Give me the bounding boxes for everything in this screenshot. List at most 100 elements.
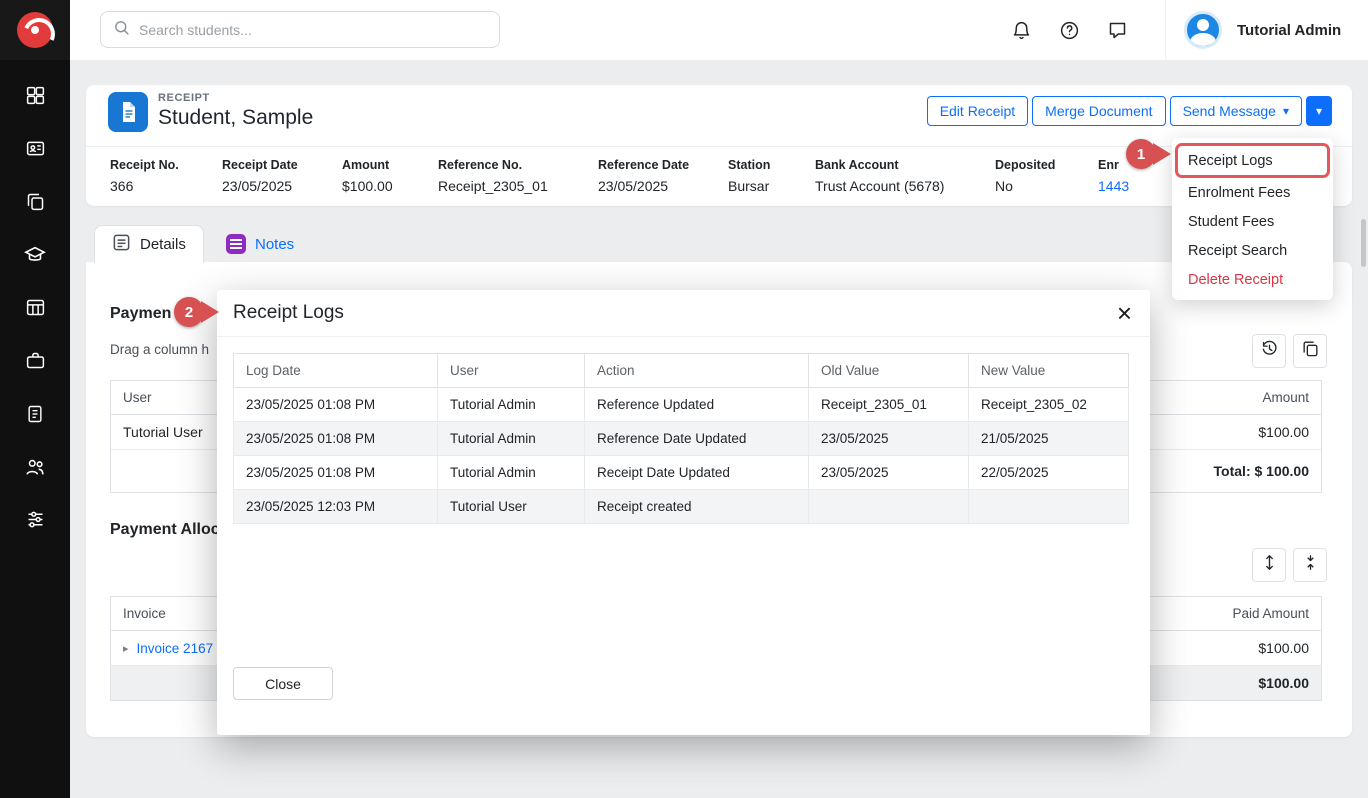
field-reference-date: Reference Date23/05/2025 (598, 158, 689, 194)
sidebar-item-business[interactable] (17, 351, 53, 375)
page-title: Student, Sample (158, 106, 313, 130)
new-value-column-header[interactable]: New Value (969, 354, 1129, 388)
field-deposited: DepositedNo (995, 158, 1055, 194)
expand-all-button[interactable] (1252, 548, 1286, 582)
invoice-column-header[interactable]: Invoice (123, 606, 166, 621)
logo-icon (17, 12, 53, 48)
amount-column-header[interactable]: Amount (1262, 390, 1309, 405)
tab-details[interactable]: Details (94, 225, 204, 263)
more-actions-dropdown-button[interactable] (1306, 96, 1332, 126)
expand-rows-icon (1260, 553, 1279, 577)
allocations-total: $100.00 (1258, 675, 1309, 691)
history-icon (1260, 339, 1279, 363)
annotation-2-arrow-icon (201, 301, 219, 323)
sidebar-item-fees[interactable] (17, 404, 53, 428)
annotation-1-arrow-icon (1153, 143, 1171, 165)
topbar-icons (1010, 0, 1128, 60)
edit-receipt-button[interactable]: Edit Receipt (927, 96, 1028, 126)
sliders-icon (25, 509, 46, 535)
group-drag-hint: Drag a column h (110, 342, 209, 357)
log-row: 23/05/2025 01:08 PM Tutorial Admin Refer… (234, 422, 1129, 456)
send-message-button[interactable]: Send Message (1170, 96, 1302, 126)
topbar: Tutorial Admin (70, 0, 1368, 60)
modal-body: Log Date User Action Old Value New Value… (217, 337, 1150, 540)
record-type-label: RECEIPT (158, 92, 210, 104)
field-enrolment: Enr1443 (1098, 158, 1129, 194)
field-receipt-date: Receipt Date23/05/2025 (222, 158, 298, 194)
search-box (100, 11, 500, 48)
copy-grid-button[interactable] (1293, 334, 1327, 368)
dashboard-icon (25, 85, 46, 111)
user-name: Tutorial Admin (1237, 22, 1341, 39)
payment-allocations-heading: Payment Alloca (110, 521, 229, 539)
paid-amount-column-header[interactable]: Paid Amount (1232, 606, 1309, 621)
app-root: Tutorial Admin RECEIPT Student, Sample E… (0, 0, 1368, 798)
annotation-step-1: 1 (1126, 139, 1171, 169)
receipt-actions-menu: Receipt Logs Enrolment Fees Student Fees… (1172, 138, 1333, 300)
log-table-header-row: Log Date User Action Old Value New Value (234, 354, 1129, 388)
sidebar-item-people[interactable] (17, 457, 53, 481)
sidebar-item-documents[interactable] (17, 192, 53, 216)
search-input[interactable] (139, 22, 487, 38)
sidebar-item-academics[interactable] (17, 245, 53, 269)
table-icon (25, 297, 46, 323)
sidebar-item-contacts[interactable] (17, 139, 53, 163)
field-reference-no: Reference No.Receipt_2305_01 (438, 158, 548, 194)
documents-icon (25, 191, 46, 217)
app-logo[interactable] (0, 0, 70, 60)
payments-heading: Paymen (110, 305, 171, 323)
invoice-link[interactable]: Invoice 2167 (123, 641, 213, 656)
field-amount: Amount$100.00 (342, 158, 393, 194)
log-row: 23/05/2025 01:08 PM Tutorial Admin Recei… (234, 456, 1129, 490)
sidebar-item-settings[interactable] (17, 510, 53, 534)
user-profile[interactable]: Tutorial Admin (1165, 0, 1368, 60)
expand-row-icon[interactable] (123, 642, 129, 655)
history-button[interactable] (1252, 334, 1286, 368)
user-column-header[interactable]: User (438, 354, 585, 388)
modal-close-button[interactable]: Close (233, 667, 333, 700)
menu-item-enrolment-fees[interactable]: Enrolment Fees (1172, 178, 1333, 207)
collapse-all-button[interactable] (1293, 548, 1327, 582)
menu-item-receipt-search[interactable]: Receipt Search (1172, 236, 1333, 265)
close-icon[interactable] (1117, 300, 1132, 326)
sidebar-item-tables[interactable] (17, 298, 53, 322)
receipt-card-header: RECEIPT Student, Sample Edit Receipt Mer… (86, 85, 1352, 147)
invoice-icon (25, 404, 45, 429)
action-column-header[interactable]: Action (585, 354, 809, 388)
field-bank-account: Bank AccountTrust Account (5678) (815, 158, 944, 194)
annotation-1-badge: 1 (1126, 139, 1156, 169)
sidebar-item-dashboard[interactable] (17, 86, 53, 110)
sidebar (0, 0, 70, 798)
menu-item-receipt-logs[interactable]: Receipt Logs (1178, 146, 1327, 175)
annotation-step-2: 2 (174, 297, 219, 327)
collapse-rows-icon (1301, 553, 1320, 577)
enrolment-link[interactable]: 1443 (1098, 178, 1129, 194)
log-date-column-header[interactable]: Log Date (234, 354, 438, 388)
receipt-logs-modal: Receipt Logs Log Date User Action Old Va… (217, 290, 1150, 735)
details-icon (112, 233, 131, 256)
help-icon[interactable] (1058, 19, 1080, 41)
notifications-icon[interactable] (1010, 19, 1032, 41)
payments-total: Total: $ 100.00 (1214, 463, 1309, 479)
header-actions: Edit Receipt Merge Document Send Message (927, 96, 1332, 126)
log-row: 23/05/2025 01:08 PM Tutorial Admin Refer… (234, 388, 1129, 422)
receipt-logs-table: Log Date User Action Old Value New Value… (233, 353, 1129, 524)
contacts-icon (25, 138, 46, 164)
field-station: StationBursar (728, 158, 770, 194)
sidebar-nav (0, 86, 70, 534)
receipt-document-icon (108, 92, 148, 132)
modal-title: Receipt Logs (233, 302, 344, 324)
messages-icon[interactable] (1106, 19, 1128, 41)
user-column-header[interactable]: User (123, 390, 152, 405)
briefcase-icon (25, 350, 46, 376)
menu-item-student-fees[interactable]: Student Fees (1172, 207, 1333, 236)
merge-document-button[interactable]: Merge Document (1032, 96, 1165, 126)
avatar (1184, 11, 1222, 49)
copy-icon (1301, 339, 1320, 363)
scrollbar[interactable] (1361, 219, 1366, 267)
annotation-2-badge: 2 (174, 297, 204, 327)
tab-notes[interactable]: Notes (214, 225, 306, 263)
search-icon (113, 19, 130, 41)
menu-item-delete-receipt[interactable]: Delete Receipt (1172, 265, 1333, 294)
old-value-column-header[interactable]: Old Value (809, 354, 969, 388)
